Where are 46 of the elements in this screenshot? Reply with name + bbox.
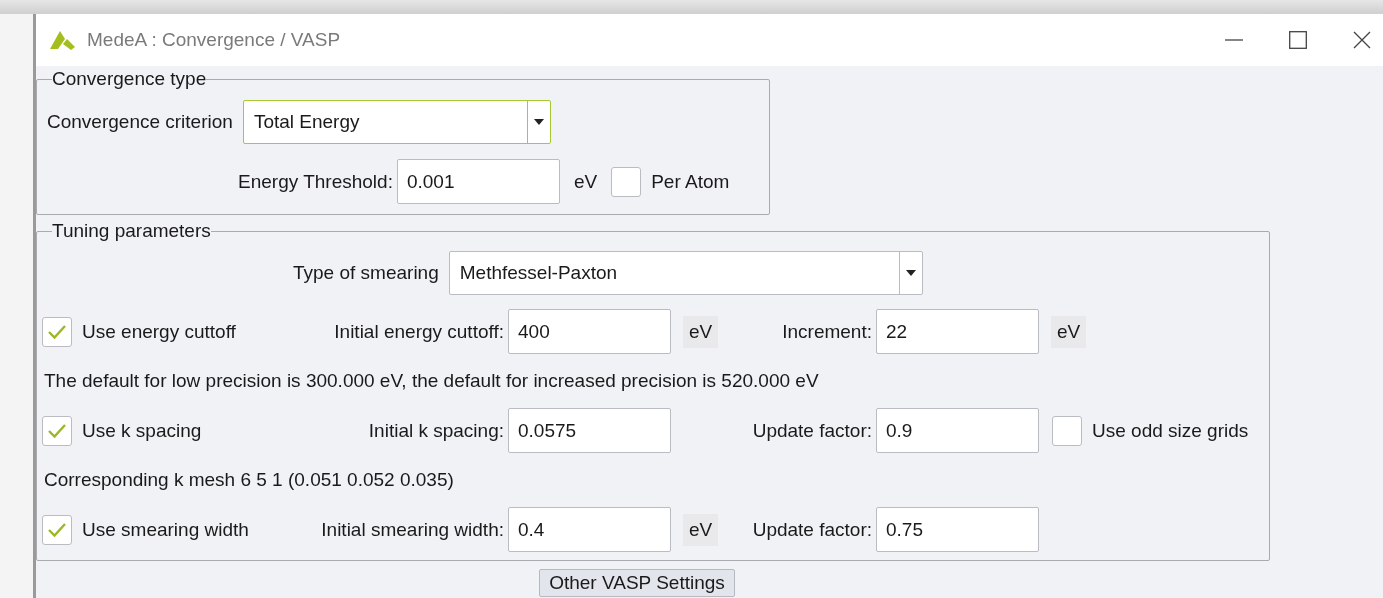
- input-field[interactable]: 0.4: [508, 507, 671, 552]
- unit-label: eV: [1051, 315, 1087, 348]
- checkbox-label: Use smearing width: [82, 518, 249, 541]
- checkbox-label: Use odd size grids: [1092, 419, 1249, 442]
- checkbox[interactable]: [1052, 415, 1082, 446]
- caret-icon: [533, 119, 544, 125]
- maximize-icon[interactable]: [1289, 31, 1307, 49]
- field-label: Initial smearing width:: [320, 518, 504, 541]
- checkbox[interactable]: [42, 415, 72, 446]
- check-icon: [47, 422, 67, 439]
- unit-label: eV: [573, 170, 598, 193]
- unit-label: eV: [683, 513, 719, 546]
- group-title: Convergence type: [52, 68, 207, 90]
- check-icon: [47, 323, 67, 340]
- window-title: MedeA : Convergence / VASP: [87, 29, 341, 51]
- caret-icon: [905, 270, 916, 276]
- field-label: Initial k spacing:: [367, 419, 504, 442]
- info-text: The default for low precision is 300.000 eV, the default for increased precision is 520.000 eV: [43, 369, 820, 393]
- info-text: Corresponding k mesh 6 5 1 (0.051 0.052 0.035): [43, 468, 455, 492]
- group-title: Tuning parameters: [52, 220, 211, 242]
- settings-button[interactable]: Other VASP Settings: [539, 569, 735, 597]
- checkbox[interactable]: [42, 514, 72, 545]
- checkbox-label: Per Atom: [651, 170, 730, 193]
- field-label: Update factor:: [751, 518, 872, 541]
- close-icon[interactable]: [1353, 31, 1371, 49]
- field-label: Increment:: [781, 320, 872, 343]
- input-field[interactable]: 0.75: [876, 507, 1039, 552]
- field-label: Update factor:: [751, 419, 872, 442]
- input-field[interactable]: 0.9: [876, 408, 1039, 453]
- unit-label: eV: [683, 315, 719, 348]
- dropdown[interactable]: Total Energy: [242, 100, 551, 144]
- checkbox-label: Use k spacing: [82, 419, 202, 442]
- dropdown[interactable]: Methfessel-Paxton: [448, 251, 923, 295]
- field-label: Initial energy cuttoff:: [333, 320, 504, 343]
- input-field[interactable]: 0.0575: [508, 408, 671, 453]
- input-field[interactable]: 22: [876, 309, 1039, 354]
- checkbox[interactable]: [42, 316, 72, 347]
- logo-icon: [49, 29, 77, 51]
- field-label: Type of smearing: [293, 262, 439, 284]
- field-label: Energy Threshold:: [238, 170, 393, 193]
- input-field[interactable]: 400: [508, 309, 671, 354]
- check-icon: [47, 521, 67, 538]
- field-label: Convergence criterion: [47, 111, 233, 133]
- checkbox-label: Use energy cuttoff: [82, 320, 236, 343]
- input-field[interactable]: 0.001: [396, 159, 560, 204]
- checkbox[interactable]: [611, 166, 642, 197]
